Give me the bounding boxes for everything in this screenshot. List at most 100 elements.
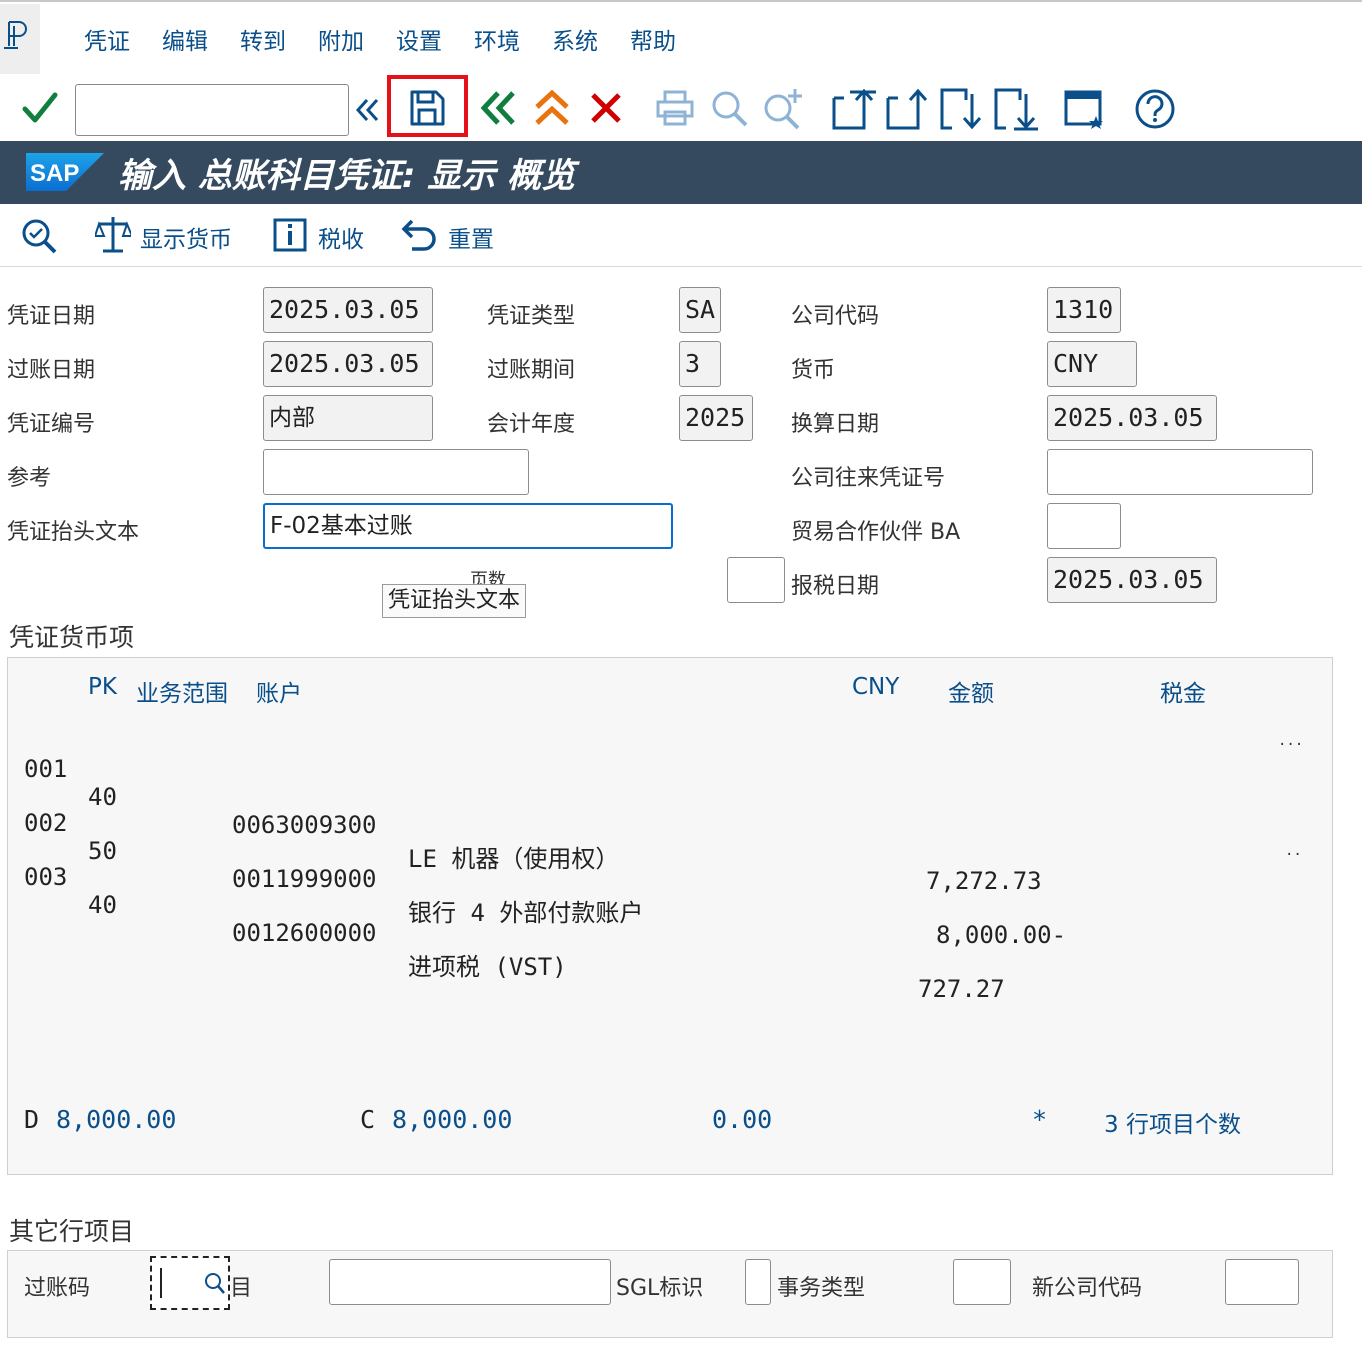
previous-page-icon[interactable] — [884, 86, 930, 132]
doc-number-label: 凭证编号 — [7, 412, 96, 437]
display-overview-icon[interactable] — [20, 218, 58, 254]
partner-ba-field[interactable] — [1047, 503, 1121, 549]
col-pk: PK — [88, 674, 117, 700]
menu-edit[interactable]: 编辑 — [162, 22, 208, 56]
credit-label: C — [360, 1105, 376, 1134]
doc-type-label: 凭证类型 — [487, 304, 576, 329]
doc-number-field[interactable]: 内部 — [263, 395, 433, 441]
next-page-icon[interactable] — [938, 86, 984, 132]
page-title: 输入 总账科目凭证: 显示 概览 — [118, 156, 576, 196]
fiscal-year-label: 会计年度 — [487, 412, 576, 437]
sap-logo: SAP — [26, 153, 104, 191]
layout-icon[interactable] — [1062, 86, 1108, 132]
posting-key-field[interactable] — [150, 1256, 230, 1310]
sgl-label: SGL标识 — [616, 1276, 704, 1301]
back-icon[interactable] — [478, 88, 520, 128]
fiscal-year-field[interactable]: 2025 — [679, 395, 753, 441]
last-page-icon[interactable] — [992, 86, 1038, 132]
col-account: 账户 — [256, 681, 302, 707]
debit-label: D — [24, 1105, 40, 1134]
tax-report-date-label: 报税日期 — [791, 574, 880, 599]
item-number: 002 — [24, 809, 68, 837]
command-field[interactable] — [75, 84, 349, 136]
menu-help[interactable]: 帮助 — [630, 22, 676, 56]
currency-field[interactable]: CNY — [1047, 341, 1137, 387]
item-account: 0011999000 — [232, 865, 377, 893]
menu-system[interactable]: 系统 — [552, 22, 598, 56]
credit-total: 8,000.00 — [392, 1105, 513, 1134]
doc-date-label: 凭证日期 — [7, 304, 96, 329]
company-code-label: 公司代码 — [791, 304, 880, 329]
find-next-icon — [760, 86, 806, 130]
doc-date-field[interactable]: 2025.03.05 — [263, 287, 433, 333]
check-icon[interactable] — [20, 88, 60, 128]
reference-field[interactable] — [263, 449, 529, 495]
item-extra: ... — [1278, 733, 1304, 749]
col-tax: 税金 — [1160, 681, 1206, 707]
tax-button[interactable]: 税收 — [318, 220, 364, 254]
debit-total: 8,000.00 — [56, 1105, 177, 1134]
reset-button[interactable]: 重置 — [448, 220, 494, 254]
item-account: 0012600000 — [232, 919, 377, 947]
company-code-field[interactable]: 1310 — [1047, 287, 1121, 333]
item-posting-key: 40 — [88, 891, 117, 919]
page-count-label: 页数 — [470, 570, 506, 584]
new-company-code-field[interactable] — [1225, 1259, 1299, 1305]
item-extra: .. — [1285, 843, 1302, 859]
transaction-type-label: 事务类型 — [777, 1276, 866, 1301]
exit-icon[interactable] — [532, 88, 572, 128]
cancel-icon[interactable] — [586, 88, 626, 128]
table-row[interactable]: 001 40 0063009300 LE 机器（使用权） 7,272.73 ..… — [0, 727, 1330, 895]
balance-indicator: * — [1032, 1105, 1048, 1134]
tax-report-date-field[interactable]: 2025.03.05 — [1047, 557, 1217, 603]
intercompany-label: 公司往来凭证号 — [791, 466, 946, 491]
period-field[interactable]: 3 — [679, 341, 721, 387]
posting-date-field[interactable]: 2025.03.05 — [263, 341, 433, 387]
balance-scale-icon[interactable] — [95, 214, 131, 254]
table-row[interactable]: 002 50 0011999000 银行 4 外部付款账户 8,000.00- — [0, 781, 1330, 949]
item-account-text: 进项税 (VST) — [408, 953, 567, 981]
header-text-field[interactable]: F-02基本过账 — [263, 503, 673, 549]
reset-icon[interactable] — [400, 216, 440, 254]
sap-menu-icon[interactable] — [0, 4, 40, 74]
first-page-icon[interactable] — [830, 86, 876, 132]
balance-total: 0.00 — [712, 1105, 773, 1134]
translation-date-field[interactable]: 2025.03.05 — [1047, 395, 1217, 441]
other-section-title: 其它行项目 — [9, 1217, 135, 1246]
translation-date-label: 换算日期 — [791, 412, 880, 437]
posting-date-label: 过账日期 — [7, 358, 96, 383]
item-number: 001 — [24, 755, 68, 783]
menu-settings[interactable]: 设置 — [396, 22, 442, 56]
menu-document[interactable]: 凭证 — [84, 22, 130, 56]
help-icon[interactable] — [1132, 86, 1178, 132]
menu-environment[interactable]: 环境 — [474, 22, 520, 56]
currency-label: 货币 — [791, 358, 836, 383]
items-section-title: 凭证货币项 — [9, 623, 135, 652]
sgl-field[interactable] — [745, 1259, 771, 1305]
text-cursor — [160, 1268, 162, 1298]
transaction-type-field[interactable] — [953, 1259, 1011, 1305]
item-number: 003 — [24, 863, 68, 891]
col-business-area: 业务范围 — [136, 681, 228, 707]
item-account-text: 银行 4 外部付款账户 — [408, 899, 644, 927]
collapse-icon[interactable] — [352, 92, 384, 128]
value-help-icon[interactable] — [204, 1272, 226, 1300]
line-count: 3 行项目个数 — [1104, 1112, 1241, 1138]
new-company-code-label: 新公司代码 — [1032, 1276, 1143, 1301]
table-row[interactable]: 003 40 0012600000 进项税 (VST) 727.27 .. — [0, 835, 1330, 1003]
save-icon[interactable] — [405, 86, 449, 130]
item-amount: 8,000.00- — [936, 921, 1067, 949]
info-icon[interactable] — [272, 216, 308, 254]
menu-extras[interactable]: 附加 — [318, 22, 364, 56]
account-label: 目 — [230, 1276, 253, 1301]
account-field[interactable] — [329, 1259, 611, 1305]
display-currency-button[interactable]: 显示货币 — [140, 220, 232, 254]
doc-type-field[interactable]: SA — [679, 287, 721, 333]
col-amount: 金额 — [948, 681, 994, 707]
print-icon — [654, 88, 696, 128]
menu-goto[interactable]: 转到 — [240, 22, 286, 56]
find-icon — [708, 88, 750, 128]
page-count-field[interactable] — [727, 557, 785, 603]
intercompany-field[interactable] — [1047, 449, 1313, 495]
col-currency: CNY — [852, 674, 900, 700]
